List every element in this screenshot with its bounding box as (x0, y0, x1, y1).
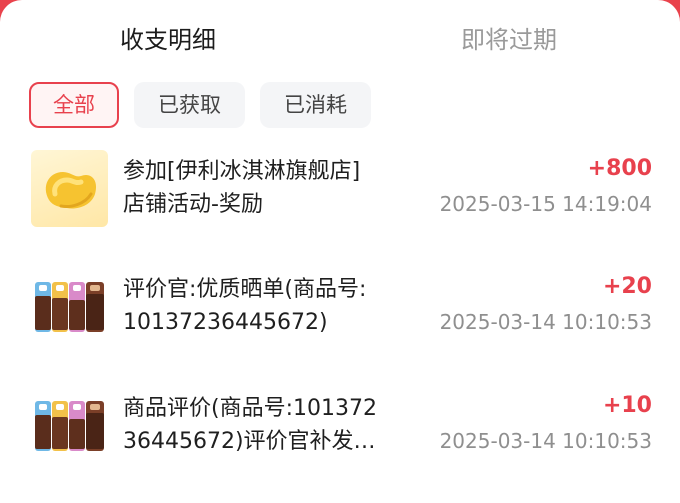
ice-cream-product-icon (31, 387, 108, 464)
record-amount: +20 (602, 274, 652, 299)
record-time: 2025-03-15 14:19:04 (439, 192, 652, 216)
record-title-line2: 10137236445672) (123, 310, 328, 335)
points-detail-sheet: 收支明细 即将过期 全部 已获取 已消耗 参加[伊利冰淇淋旗舰店] 店铺活动-奖… (0, 0, 680, 503)
record-title-line2: 店铺活动-奖励 (123, 192, 263, 217)
list-item[interactable]: 评价官:优质晒单(商品号: 10137236445672) +20 2025-0… (0, 268, 680, 368)
filter-all[interactable]: 全部 (29, 82, 119, 128)
record-time: 2025-03-14 10:10:53 (439, 429, 652, 453)
tab-bar: 收支明细 即将过期 (0, 0, 680, 80)
record-title: 参加[伊利冰淇淋旗舰店] 店铺活动-奖励 (123, 155, 413, 221)
list-item[interactable]: 商品评价(商品号:101372 36445672)评价官补发… +10 2025… (0, 387, 680, 487)
ice-cream-product-icon (31, 268, 108, 345)
filter-consumed[interactable]: 已消耗 (260, 82, 371, 128)
record-title: 评价官:优质晒单(商品号: 10137236445672) (123, 273, 413, 339)
record-title: 商品评价(商品号:101372 36445672)评价官补发… (123, 392, 413, 458)
record-title-line1: 商品评价(商品号:101372 (123, 396, 377, 421)
record-amount: +800 (587, 156, 652, 181)
record-title-line1: 参加[伊利冰淇淋旗舰店] (123, 159, 361, 184)
coin-bean-icon (31, 150, 108, 227)
record-time: 2025-03-14 10:10:53 (439, 310, 652, 334)
filter-chips: 全部 已获取 已消耗 (0, 82, 680, 128)
tab-income-expense[interactable]: 收支明细 (120, 22, 216, 58)
record-amount: +10 (602, 393, 652, 418)
record-title-line1: 评价官:优质晒单(商品号: (123, 277, 367, 302)
record-title-line2: 36445672)评价官补发… (123, 429, 376, 454)
filter-obtained[interactable]: 已获取 (134, 82, 245, 128)
tab-expiring-soon[interactable]: 即将过期 (461, 22, 557, 58)
list-item[interactable]: 参加[伊利冰淇淋旗舰店] 店铺活动-奖励 +800 2025-03-15 14:… (0, 150, 680, 250)
